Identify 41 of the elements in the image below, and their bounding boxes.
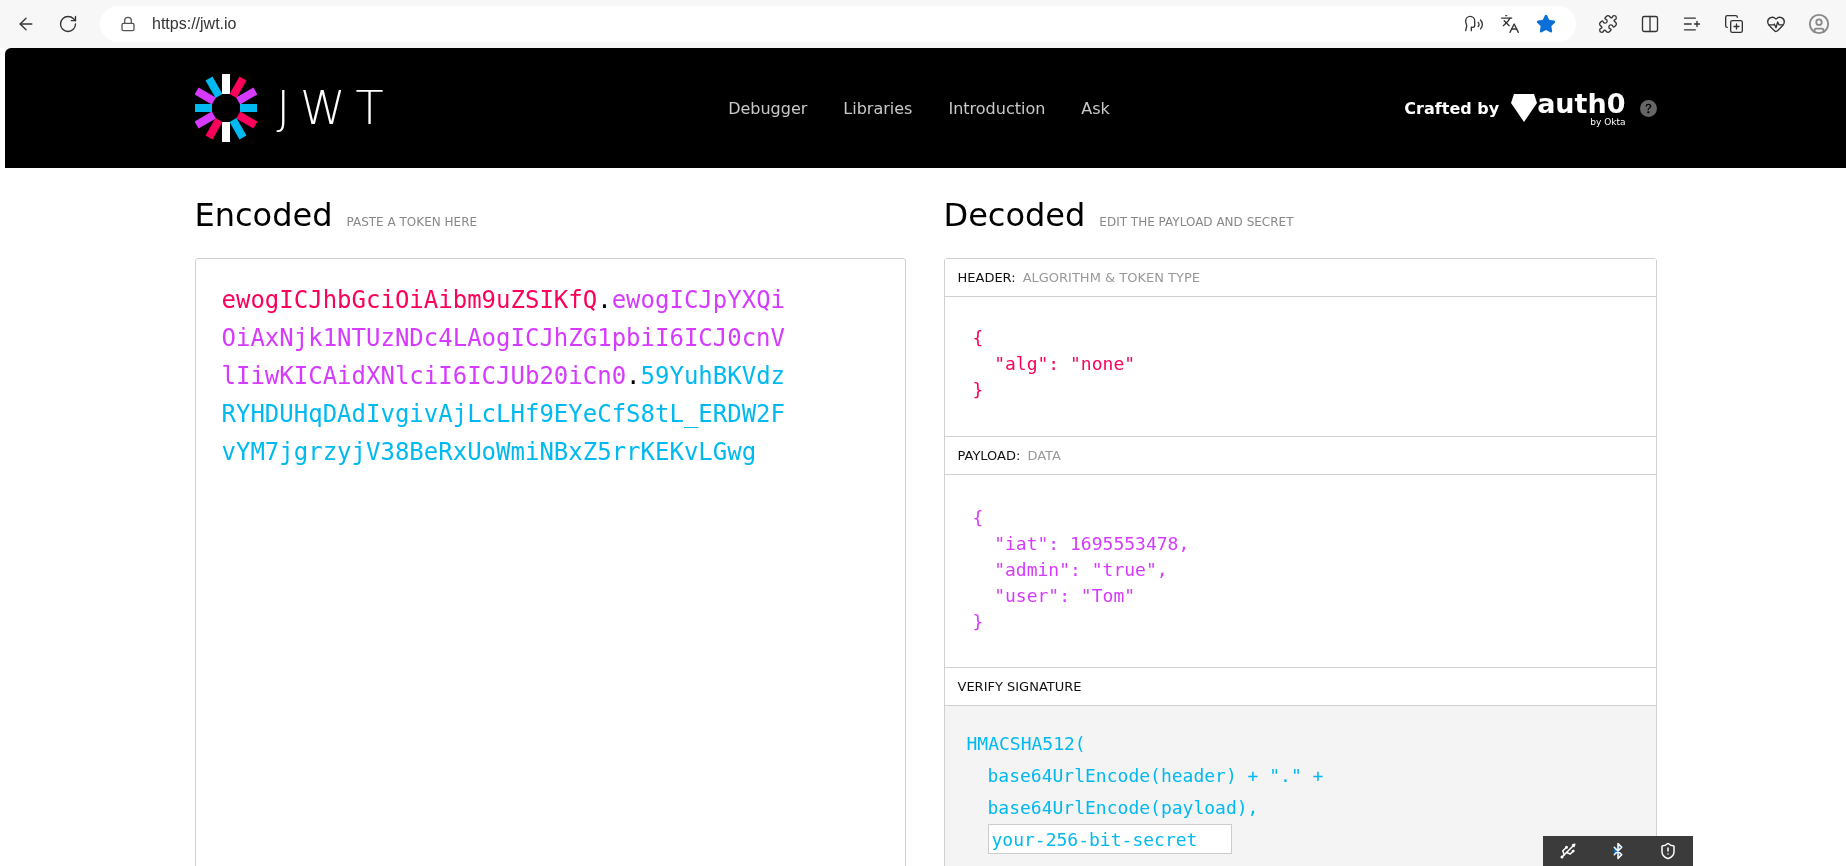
code-line: base64UrlEncode(header) + "." + [987, 764, 1324, 788]
read-aloud-icon[interactable] [1464, 14, 1484, 34]
logo-text[interactable]: JWT [276, 81, 394, 135]
crafted-by-text: Crafted by [1404, 98, 1500, 118]
section-sublabel: ALGORITHM & TOKEN TYPE [1022, 270, 1200, 285]
star-icon[interactable] [1536, 14, 1556, 34]
section-label: PAYLOAD: [957, 448, 1021, 463]
nav-link[interactable]: Libraries [843, 98, 913, 118]
brand-name[interactable]: auth0 [1537, 89, 1626, 117]
section-label: HEADER: [957, 270, 1016, 285]
collections-icon[interactable] [1724, 14, 1744, 34]
nav-link[interactable]: Ask [1081, 98, 1110, 118]
heart-pulse-icon[interactable] [1766, 14, 1786, 34]
brand-subtitle: by Okta [1590, 116, 1626, 127]
translate-icon[interactable] [1500, 14, 1520, 34]
section-hint: PASTE A TOKEN HERE [346, 215, 478, 229]
extensions-icon[interactable] [1598, 14, 1618, 34]
section-label: VERIFY SIGNATURE [957, 679, 1082, 694]
code-line: HMACSHA512( [966, 732, 1086, 756]
section-hint: EDIT THE PAYLOAD AND SECRET [1099, 215, 1294, 229]
address-bar[interactable]: https://jwt.io [100, 6, 1576, 42]
json-code[interactable]: { "iat": 1695553478, "admin": "true", "user": "Tom" } [972, 505, 1190, 635]
split-screen-icon[interactable] [1640, 14, 1660, 34]
nav-link[interactable]: Introduction [948, 98, 1046, 118]
help-icon[interactable] [1639, 99, 1657, 117]
json-code[interactable]: { "alg": "none" } [972, 325, 1136, 403]
profile-icon[interactable] [1808, 13, 1830, 35]
lock-icon [120, 16, 136, 32]
reload-icon[interactable] [58, 14, 78, 34]
section-title: Decoded [943, 196, 1086, 234]
shield-icon[interactable] [1659, 842, 1677, 860]
token-input[interactable]: ewogICJhbGciOiAibm9uZSIKfQ.ewogICJpYXQiOiAxNjk1NTUzNDc4LAogICJhZG1pbiI6ICJ0cnVlIiwKICAidXNlciI6ICJUb20iCn0.59YuhBKVdzRYHDUHqDAdIvgivAjLcLHf9EYeCfS8tL_ERDW2FvYM7jgrzyjV38BeRxUoWmiNBxZ5rrKEKvLGwg [194, 258, 906, 866]
nav-link[interactable]: Debugger [728, 98, 808, 118]
logo-icon [194, 72, 257, 144]
usb-icon[interactable] [1559, 842, 1577, 860]
encoded-token: ewogICJhbGciOiAibm9uZSIKfQ.ewogICJpYXQiOiAxNjk1NTUzNDc4LAogICJhZG1pbiI6ICJ0cnVlIiwKICAidXNlciI6ICJUb20iCn0.59YuhBKVdzRYHDUHqDAdIvgivAjLcLHf9EYeCfS8tL_ERDW2FvYM7jgrzyjV38BeRxUoWmiNBxZ5rrKEKvLGwg [220, 285, 787, 468]
shield-logo-icon [1511, 94, 1538, 122]
url-text: https://jwt.io [152, 15, 237, 33]
section-sublabel: DATA [1027, 448, 1061, 463]
section-title: Encoded [194, 196, 333, 234]
code-line: base64UrlEncode(payload), [987, 796, 1259, 820]
